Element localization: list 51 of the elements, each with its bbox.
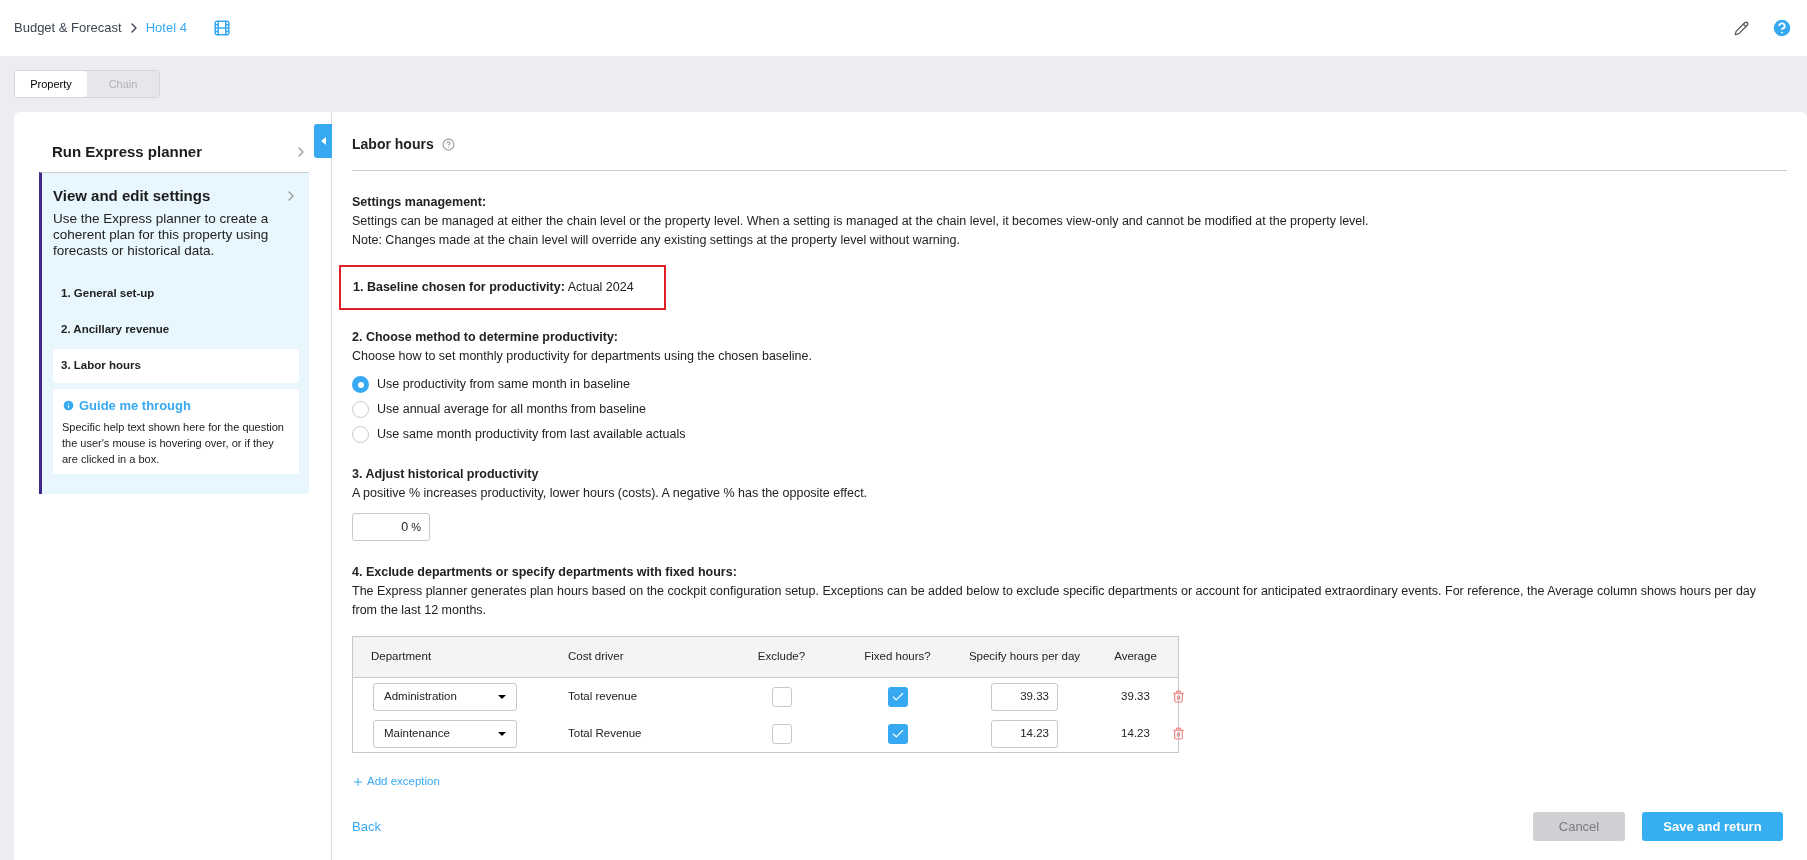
checkbox[interactable] (887, 723, 908, 744)
checkbox[interactable] (887, 686, 908, 707)
table-cell-text: Total revenue (568, 688, 639, 704)
column-header: Fixed hours? (864, 649, 931, 665)
help-icon[interactable] (441, 138, 455, 151)
column-header: Exclude? (757, 649, 806, 665)
radio-option[interactable]: Use annual average for all months from baseline (352, 397, 1787, 422)
baseline-text: 1. Baseline chosen for productivity: Actual 2024 (339, 265, 666, 310)
percent-field[interactable]: 0 % (352, 513, 430, 541)
adjust-heading: 3. Adjust historical productivity (352, 466, 540, 483)
department-dropdown[interactable]: Administration (373, 682, 517, 711)
settings-heading: Settings management: (352, 194, 488, 211)
plus-icon (352, 775, 364, 788)
step-item[interactable]: 1. General set-up (53, 276, 299, 311)
breadcrumb-root[interactable]: Budget & Forecast (14, 18, 122, 38)
radio-button[interactable] (352, 376, 369, 393)
table-cell-text: 39.33 (1121, 688, 1150, 704)
step-item[interactable]: 2. Ancillary revenue (53, 312, 299, 347)
delete-icon[interactable] (1172, 727, 1185, 740)
department-dropdown[interactable]: Maintenance (373, 719, 517, 748)
tab[interactable]: Property (15, 71, 87, 97)
method-heading: 2. Choose method to determine productivity: (352, 329, 619, 346)
column-header: Average (1114, 649, 1157, 665)
video-icon[interactable] (212, 19, 231, 37)
hours-field[interactable]: 39.33 (991, 682, 1058, 711)
step-item[interactable]: 3. Labor hours (53, 348, 299, 383)
settings-text: Note: Changes made at the chain level will override any existing settings at the property level without warning. (352, 232, 961, 249)
settings-text: Settings can be managed at either the chain level or the property level. When a setting is managed at the chain level, it becomes view-only and cannot be modified at the property level. (352, 213, 1370, 230)
checkbox[interactable] (771, 723, 792, 744)
collapse-button[interactable] (314, 124, 332, 158)
guide-text: Specific help text shown here for the question the user's mouse is hovering over, or if they are clicked in a box. (62, 420, 285, 467)
column-header: Department (370, 649, 433, 665)
info-icon (62, 398, 75, 412)
page-title: Labor hours (352, 135, 434, 154)
hours-field[interactable]: 14.23 (991, 719, 1058, 748)
method-text: Choose how to set monthly productivity for departments using the chosen baseline. (352, 348, 813, 365)
edit-icon[interactable] (1734, 20, 1749, 36)
column-header: Specify hours per day (968, 649, 1081, 665)
exclude-heading: 4. Exclude departments or specify departments with fixed hours: (352, 564, 738, 581)
table-cell-text: Total Revenue (568, 725, 643, 741)
section-title[interactable]: View and edit settings (53, 185, 211, 208)
column-header: Cost driver (568, 649, 625, 665)
exclude-text: The Express planner generates plan hours based on the cockpit configuration setup. Exceptions can be added below to exclude specific departments or account for anticipated extraordinary events. For reference, the Average column shows hours per day from the last 12 months. (352, 583, 1758, 619)
sidebar-item[interactable]: Run Express planner (39, 132, 309, 172)
section-description: Use the Express planner to create a coherent plan for this property using forecasts or historical data. (53, 210, 270, 259)
radio-option[interactable]: Use productivity from same month in baseline (352, 372, 1787, 397)
delete-icon[interactable] (1172, 690, 1185, 703)
radio-option[interactable]: Use same month productivity from last available actuals (352, 422, 1787, 447)
table-cell-text: 14.23 (1121, 725, 1150, 741)
adjust-text: A positive % increases productivity, lower hours (costs). A negative % has the opposite effect. (352, 485, 869, 502)
checkbox[interactable] (771, 686, 792, 707)
